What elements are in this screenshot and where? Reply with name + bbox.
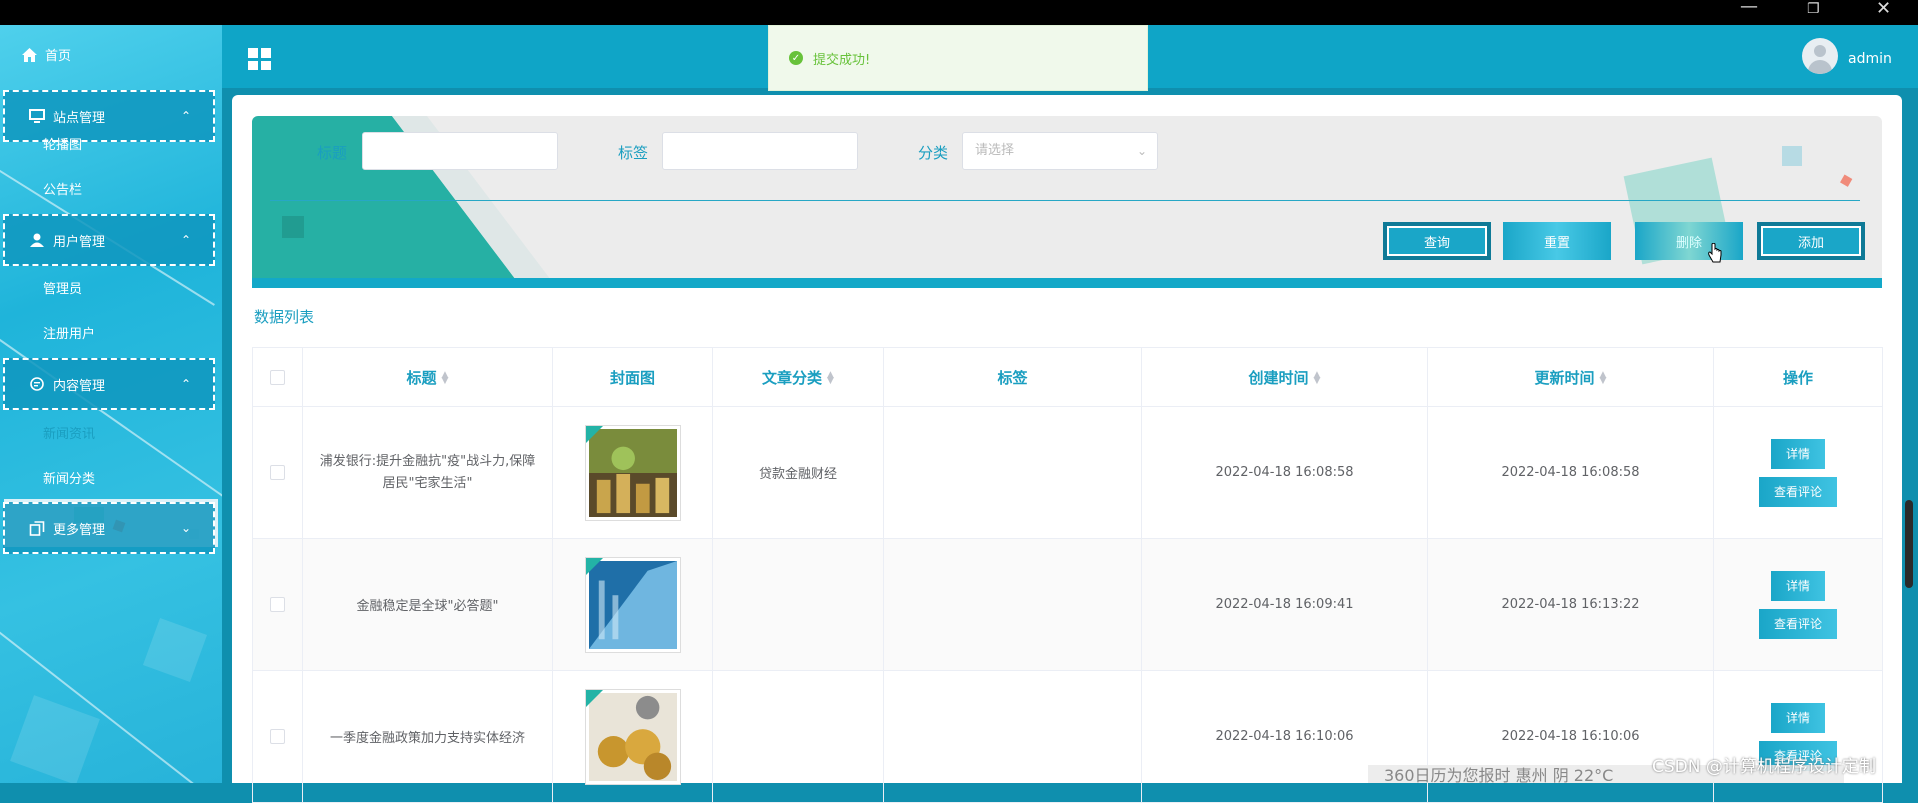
- watermark: CSDN @计算机程序设计定制: [1652, 757, 1876, 777]
- nav-home[interactable]: 首页: [22, 45, 71, 64]
- column-header-cover: 封面图: [552, 347, 713, 407]
- column-header-category[interactable]: 文章分类 ▲ ▼: [712, 347, 884, 407]
- nav-item-banner[interactable]: 轮播图: [43, 134, 82, 153]
- chevron-up-icon: ⌃: [180, 109, 191, 123]
- reset-button[interactable]: 重置: [1503, 222, 1611, 260]
- nav-group-users[interactable]: 用户管理 ⌃: [3, 214, 215, 266]
- row-category: 贷款金融财经: [712, 406, 884, 539]
- chat-icon: [30, 377, 44, 391]
- detail-button[interactable]: 详情: [1771, 570, 1825, 601]
- chevron-up-icon: ⌃: [180, 233, 191, 247]
- query-button[interactable]: 查询: [1383, 222, 1491, 260]
- success-icon: ✓: [789, 51, 803, 65]
- nav-item-news[interactable]: 新闻资讯: [43, 423, 95, 442]
- nav-item-registered-users[interactable]: 注册用户: [43, 323, 95, 342]
- close-icon[interactable]: ✕: [1876, 0, 1891, 18]
- grid-icon[interactable]: [248, 48, 271, 70]
- data-table: 标题 ▲ ▼ 封面图 文章分类 ▲ ▼ 标签 创建时间 ▲ ▼ 更新时间 ▲ ▼ 操作 浦发银行…: [252, 347, 1883, 803]
- view-comments-button[interactable]: 查看评论: [1759, 476, 1837, 507]
- username[interactable]: admin: [1848, 51, 1892, 67]
- nav-item-admin[interactable]: 管理员: [43, 278, 82, 297]
- category-select[interactable]: 请选择 ⌄: [962, 132, 1158, 170]
- sidebar: 首页 站点管理 ⌃ 轮播图 公告栏 用户管理 ⌃ 管理员 注册用户 内容管理 ⌃…: [0, 25, 222, 783]
- panel-bottom-bar: [252, 278, 1882, 288]
- avatar[interactable]: [1802, 38, 1838, 74]
- minimize-icon[interactable]: —: [1740, 0, 1758, 16]
- row-checkbox[interactable]: [270, 597, 285, 612]
- copy-icon: [29, 520, 45, 536]
- sort-icon[interactable]: ▲ ▼: [442, 371, 449, 386]
- table-row: 金融稳定是全球"必答题" 2022-04-18 16:09:41 2022-04…: [252, 538, 1883, 671]
- delete-button[interactable]: 删除: [1635, 222, 1743, 260]
- success-toast: ✓ 提交成功!: [768, 25, 1148, 91]
- category-placeholder: 请选择: [975, 143, 1015, 158]
- decor-streak: [0, 325, 222, 511]
- nav-group-more[interactable]: 更多管理 ⌄: [3, 502, 215, 554]
- column-header-actions: 操作: [1713, 347, 1883, 407]
- row-tag: [883, 538, 1142, 671]
- chevron-down-icon: ⌄: [180, 521, 191, 535]
- user-icon: [30, 233, 44, 247]
- nav-item-notice[interactable]: 公告栏: [43, 179, 82, 198]
- cover-image[interactable]: [584, 424, 681, 521]
- nav-group-label: 更多管理: [53, 522, 106, 538]
- page-scrollbar[interactable]: [1905, 500, 1913, 588]
- row-updated: 2022-04-18 16:08:58: [1427, 406, 1714, 539]
- cover-image[interactable]: [584, 556, 681, 653]
- monitor-icon: [29, 109, 45, 123]
- tag-label: 标签: [618, 144, 649, 162]
- nav-group-site[interactable]: 站点管理 ⌃: [3, 90, 215, 142]
- toast-message: 提交成功!: [813, 52, 871, 68]
- column-header-title[interactable]: 标题 ▲ ▼: [302, 347, 553, 407]
- nav-group-label: 用户管理: [53, 234, 106, 250]
- sort-icon[interactable]: ▲ ▼: [1600, 371, 1607, 386]
- add-button[interactable]: 添加: [1757, 222, 1865, 260]
- data-list-title: 数据列表: [254, 308, 315, 326]
- row-checkbox[interactable]: [270, 729, 285, 744]
- table-header-row: 标题 ▲ ▼ 封面图 文章分类 ▲ ▼ 标签 创建时间 ▲ ▼ 更新时间 ▲ ▼ 操作: [252, 347, 1883, 407]
- decor-square: [10, 695, 100, 783]
- detail-button[interactable]: 详情: [1771, 702, 1825, 733]
- sort-icon[interactable]: ▲ ▼: [827, 371, 834, 386]
- tag-input[interactable]: [662, 132, 858, 170]
- select-all-checkbox[interactable]: [270, 370, 285, 385]
- row-tag: [883, 406, 1142, 539]
- restore-icon[interactable]: ❐: [1807, 2, 1820, 16]
- view-comments-button[interactable]: 查看评论: [1759, 608, 1837, 639]
- row-title: 金融稳定是全球"必答题": [302, 538, 553, 671]
- category-label: 分类: [918, 144, 949, 162]
- chevron-down-icon: ⌄: [1136, 144, 1147, 158]
- select-all-cell[interactable]: [252, 347, 303, 407]
- decor-square: [142, 617, 208, 683]
- cover-image[interactable]: [584, 688, 681, 785]
- row-updated: 2022-04-18 16:13:22: [1427, 538, 1714, 671]
- hand-cursor-icon: [1708, 243, 1722, 263]
- detail-button[interactable]: 详情: [1771, 438, 1825, 469]
- divider: [270, 200, 1860, 201]
- nav-group-label: 站点管理: [53, 110, 106, 126]
- row-checkbox[interactable]: [270, 465, 285, 480]
- nav-group-content[interactable]: 内容管理 ⌃: [3, 358, 215, 410]
- title-input[interactable]: [362, 132, 558, 170]
- row-category: [712, 538, 884, 671]
- row-created: 2022-04-18 16:09:41: [1141, 538, 1428, 671]
- column-header-created[interactable]: 创建时间 ▲ ▼: [1141, 347, 1428, 407]
- title-label: 标题: [317, 144, 348, 162]
- column-header-tag: 标签: [883, 347, 1142, 407]
- window-titlebar: — ❐ ✕: [0, 0, 1918, 25]
- home-icon: [22, 47, 37, 62]
- table-row: 浦发银行:提升金融抗"疫"战斗力,保障居民"宅家生活" 贷款金融财经 2022-…: [252, 406, 1883, 539]
- nav-item-news-category[interactable]: 新闻分类: [43, 468, 95, 487]
- nav-group-label: 内容管理: [53, 378, 106, 394]
- chevron-up-icon: ⌃: [180, 377, 191, 391]
- sort-icon[interactable]: ▲ ▼: [1314, 371, 1321, 386]
- row-title: 浦发银行:提升金融抗"疫"战斗力,保障居民"宅家生活": [302, 406, 553, 539]
- row-created: 2022-04-18 16:08:58: [1141, 406, 1428, 539]
- column-header-updated[interactable]: 更新时间 ▲ ▼: [1427, 347, 1714, 407]
- nav-home-label: 首页: [45, 49, 72, 64]
